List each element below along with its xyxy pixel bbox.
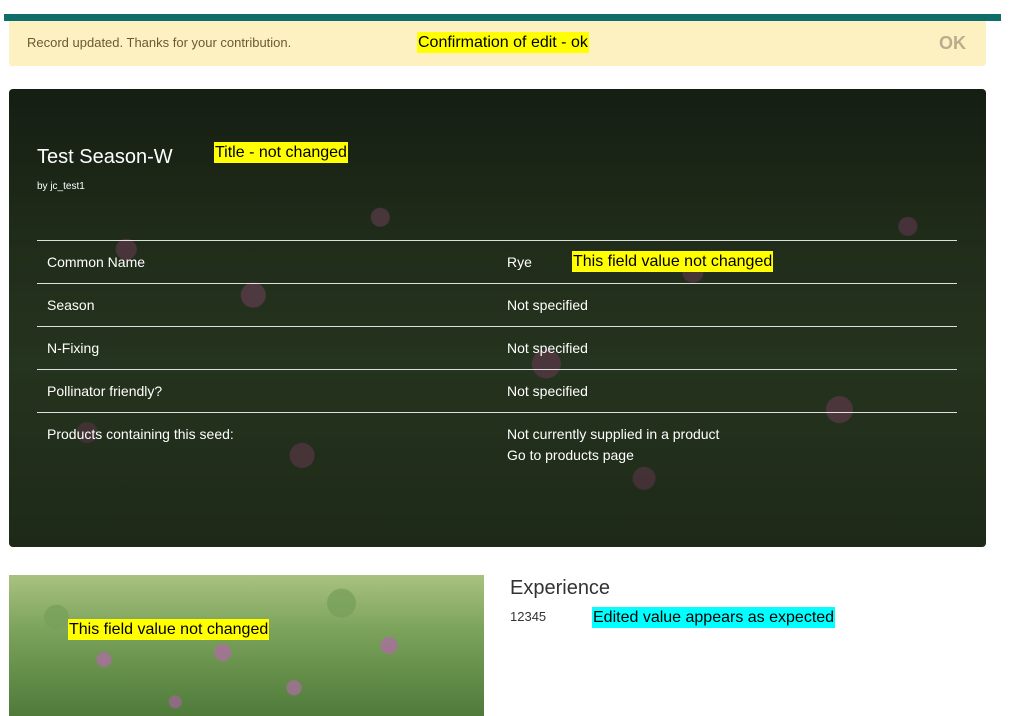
alert-ok-button[interactable]: OK: [939, 33, 966, 54]
seed-hero-card: Test Season-W Title - not changed by jc_…: [9, 89, 986, 547]
field-value: Not specified: [507, 297, 588, 313]
field-row-common-name: Common Name Rye This field value not cha…: [37, 240, 957, 284]
field-row-products: Products containing this seed: Not curre…: [37, 412, 957, 473]
field-label: Pollinator friendly?: [47, 383, 163, 399]
annotation-common-name: This field value not changed: [572, 251, 774, 272]
experience-value: 12345: [510, 609, 547, 624]
products-page-link[interactable]: Go to products page: [507, 447, 634, 463]
field-row-pollinator: Pollinator friendly? Not specified: [37, 369, 957, 413]
record-author: by jc_test1: [37, 181, 85, 192]
field-label: N-Fixing: [47, 340, 100, 356]
annotation-experience: Edited value appears as expected: [592, 607, 836, 628]
record-title: Test Season-W: [37, 146, 173, 168]
seed-photo: This field value not changed: [9, 575, 484, 716]
field-value: Not currently supplied in a product: [507, 426, 720, 442]
field-value: Rye: [507, 254, 532, 270]
success-alert: Record updated. Thanks for your contribu…: [9, 21, 986, 66]
annotation-confirmation: Confirmation of edit - ok: [417, 32, 589, 53]
field-row-n-fixing: N-Fixing Not specified: [37, 326, 957, 370]
annotation-title: Title - not changed: [214, 142, 348, 163]
alert-message: Record updated. Thanks for your contribu…: [27, 35, 292, 50]
field-value: Not specified: [507, 340, 588, 356]
field-label: Products containing this seed:: [47, 426, 234, 442]
field-label: Common Name: [47, 254, 146, 270]
field-row-season: Season Not specified: [37, 283, 957, 327]
field-label: Season: [47, 297, 95, 313]
field-value: Not specified: [507, 383, 588, 399]
annotation-image: This field value not changed: [68, 619, 270, 640]
top-accent-bar: [4, 14, 1001, 21]
experience-heading: Experience: [510, 577, 611, 599]
